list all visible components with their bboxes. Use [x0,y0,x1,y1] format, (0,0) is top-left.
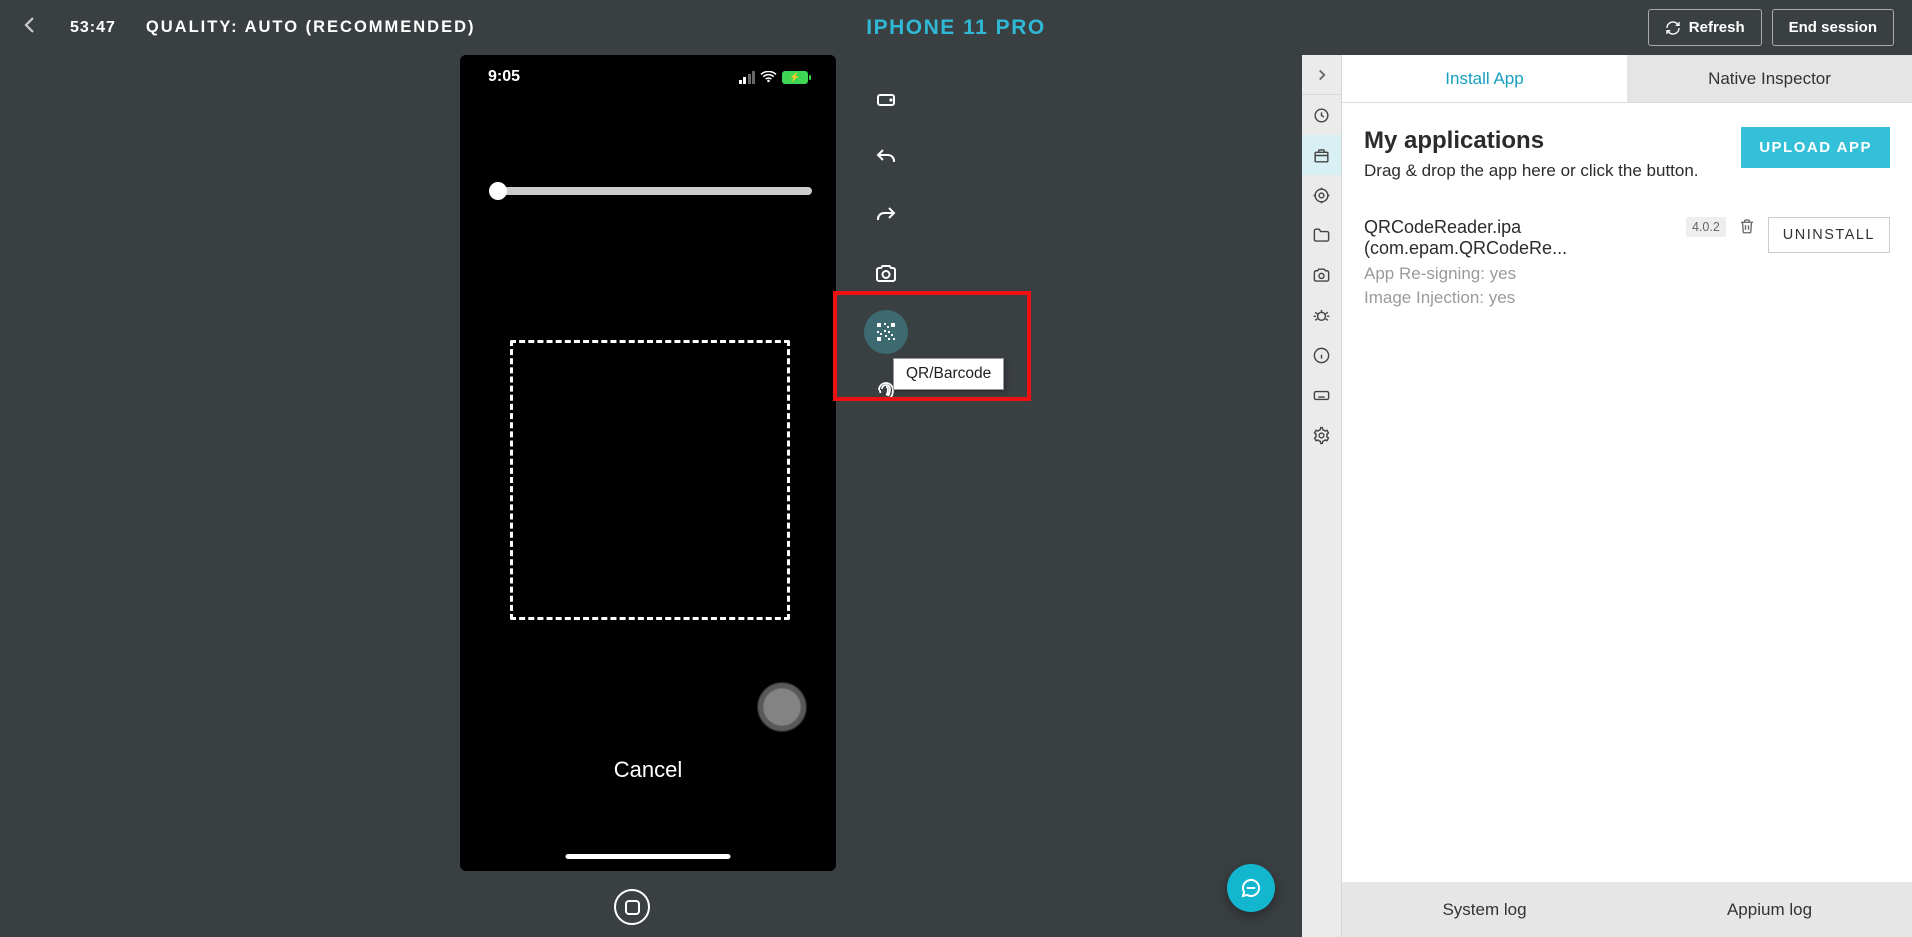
home-button[interactable] [602,877,662,937]
qr-barcode-icon[interactable] [864,310,908,354]
torch-slider[interactable] [492,161,812,221]
rotate-device-icon[interactable] [864,78,908,122]
my-applications-title: My applications [1364,127,1699,155]
feedback-button[interactable] [1227,864,1275,912]
uninstall-button[interactable]: UNINSTALL [1768,217,1890,253]
rail-keyboard-icon[interactable] [1302,375,1341,415]
app-image-injection-label: Image Injection: yes [1364,286,1674,310]
rail-install-app-icon[interactable] [1302,135,1341,175]
right-panel: Install App Native Inspector My applicat… [1342,55,1912,937]
session-timer: 53:47 [70,19,116,37]
tab-native-inspector[interactable]: Native Inspector [1627,55,1912,102]
rail-screenshot-icon[interactable] [1302,255,1341,295]
my-applications-subtitle: Drag & drop the app here or click the bu… [1364,161,1699,181]
refresh-label: Refresh [1689,19,1745,36]
rail-files-icon[interactable] [1302,215,1341,255]
tab-appium-log[interactable]: Appium log [1627,882,1912,937]
app-resigning-label: App Re-signing: yes [1364,262,1674,286]
collapse-panel-icon[interactable] [1302,55,1341,95]
delete-app-icon[interactable] [1738,217,1756,240]
upload-app-button[interactable]: UPLOAD APP [1741,127,1890,168]
tab-system-log[interactable]: System log [1342,882,1627,937]
quality-selector[interactable]: QUALITY: AUTO (RECOMMENDED) [146,18,476,37]
cancel-button[interactable]: Cancel [614,757,682,783]
back-arrow-icon[interactable] [18,13,42,42]
rail-settings-icon[interactable] [1302,415,1341,455]
scan-viewfinder [510,340,790,620]
redo-icon[interactable] [864,194,908,238]
rail-bug-icon[interactable] [1302,295,1341,335]
end-session-label: End session [1789,19,1877,36]
rail-info-icon[interactable] [1302,335,1341,375]
undo-icon[interactable] [864,136,908,180]
app-version-badge: 4.0.2 [1686,217,1726,237]
device-name-label: IPHONE 11 PRO [866,16,1045,40]
battery-icon: ⚡ [782,71,808,84]
device-screen[interactable]: 9:05 ⚡ Cancel [460,55,836,871]
rail-clock-icon[interactable] [1302,95,1341,135]
capture-button[interactable] [752,677,812,737]
rail-location-icon[interactable] [1302,175,1341,215]
ios-status-bar: 9:05 ⚡ [460,55,836,99]
signal-icon [739,71,756,84]
app-list-item: QRCodeReader.ipa (com.epam.QRCodeRe... A… [1364,217,1890,310]
status-time: 9:05 [488,68,739,86]
qr-tooltip: QR/Barcode [893,358,1004,390]
side-rail [1302,55,1342,937]
camera-injection-icon[interactable] [864,252,908,296]
end-session-button[interactable]: End session [1772,9,1894,46]
tab-install-app[interactable]: Install App [1342,55,1627,102]
wifi-icon [760,71,777,84]
app-name-label: QRCodeReader.ipa (com.epam.QRCodeRe... [1364,217,1674,259]
home-indicator[interactable] [566,854,731,859]
refresh-button[interactable]: Refresh [1648,9,1762,46]
header-bar: 53:47 QUALITY: AUTO (RECOMMENDED) IPHONE… [0,0,1912,55]
